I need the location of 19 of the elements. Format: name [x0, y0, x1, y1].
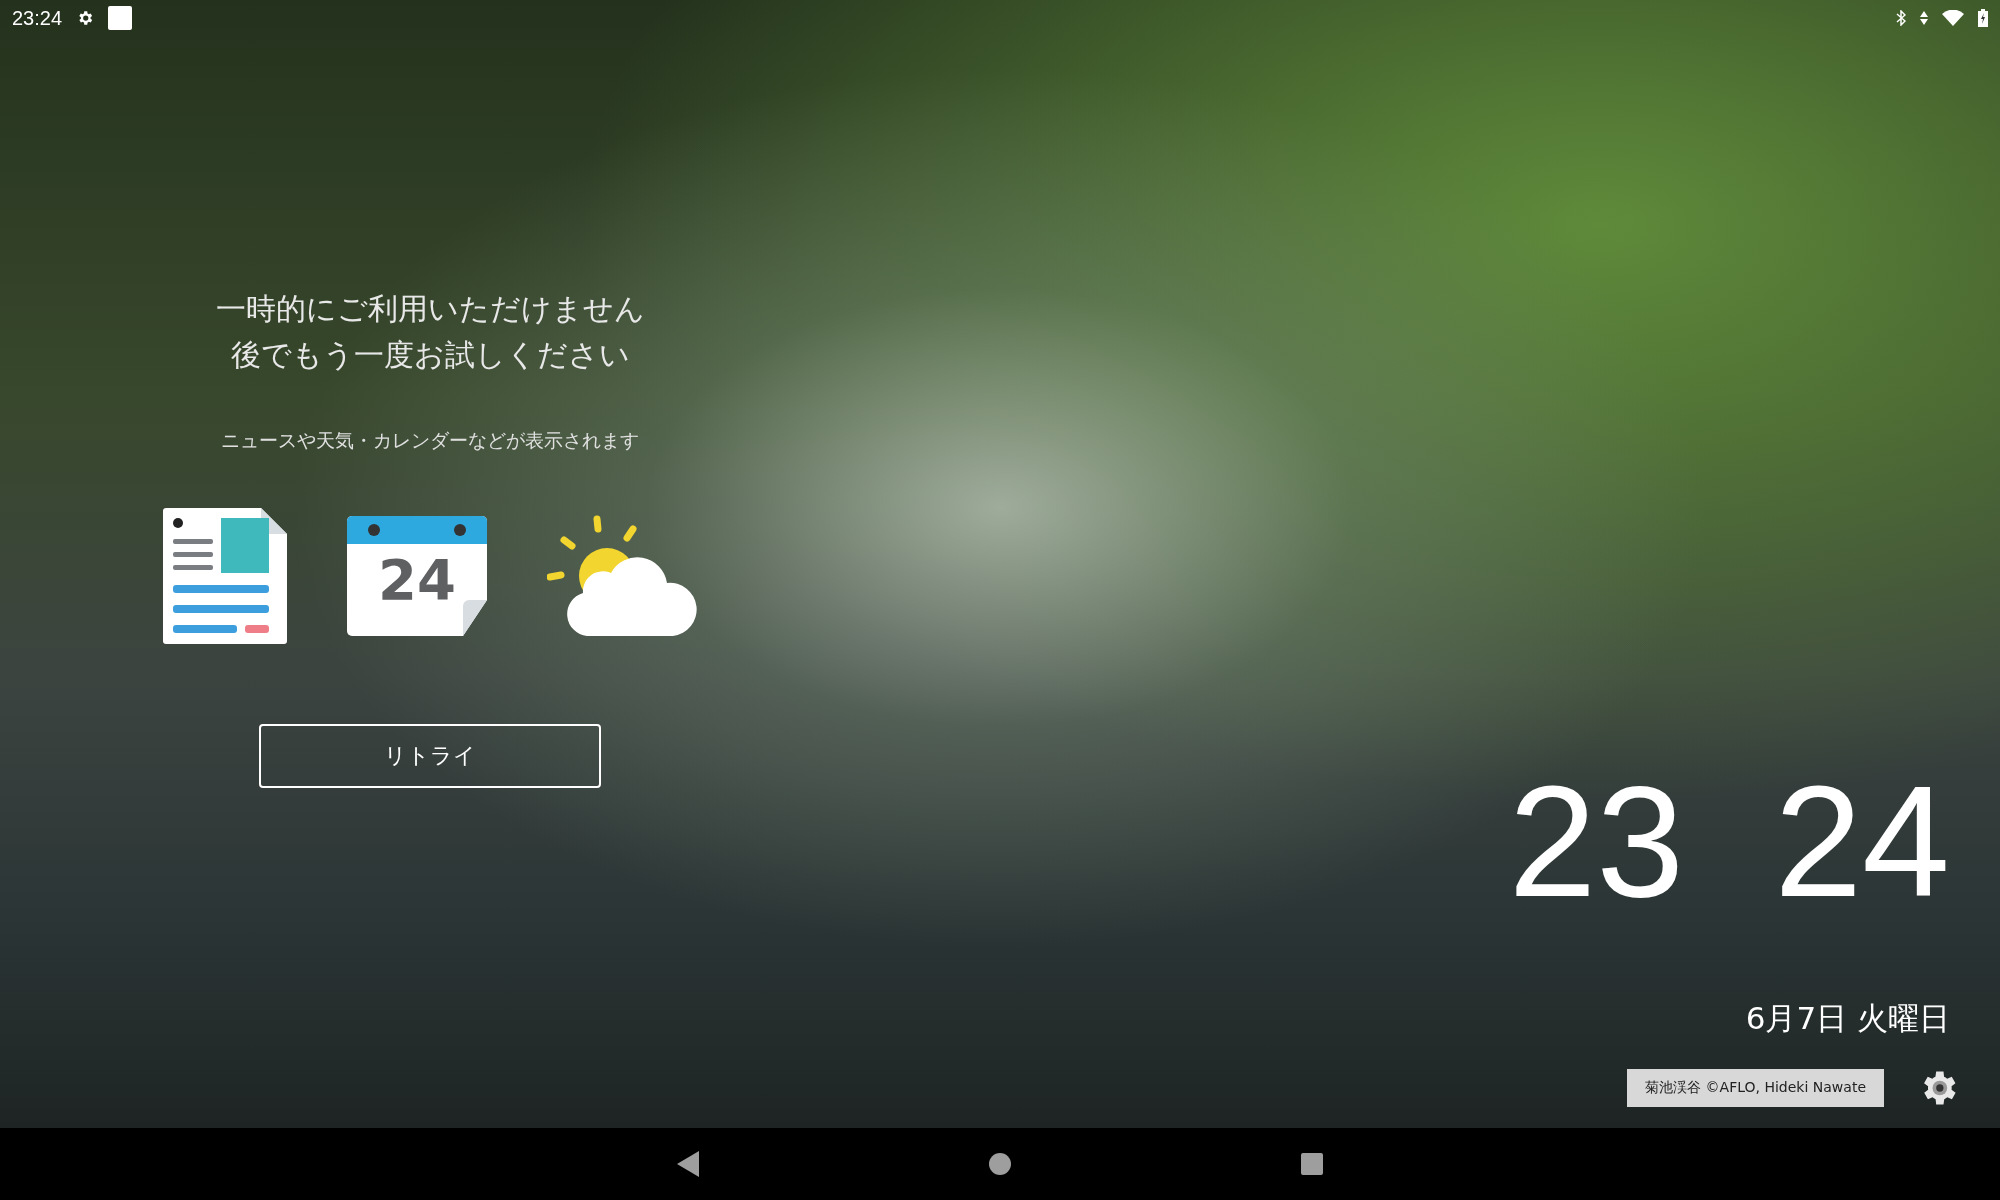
- home-icon[interactable]: [989, 1153, 1011, 1175]
- error-message: 後でもう一度お試しください: [230, 336, 630, 374]
- calendar-icon: 24: [347, 516, 487, 636]
- retry-button[interactable]: リトライ: [259, 724, 601, 788]
- date-text: 6月7日 火曜日: [1745, 999, 1950, 1038]
- photo-credit: 菊池渓谷 ©AFLO, Hideki Nawate: [1627, 1069, 1884, 1107]
- partly-cloudy-icon: [547, 514, 697, 638]
- back-icon[interactable]: [677, 1151, 699, 1177]
- clock-minutes: 24: [1774, 762, 1950, 920]
- battery-charging-icon: [1978, 9, 1988, 27]
- bluetooth-icon: [1896, 10, 1906, 26]
- clock-hours: 23: [1508, 762, 1685, 920]
- data-arrows-icon: [1920, 10, 1928, 26]
- notification-square-icon: [108, 6, 133, 30]
- status-time: 23:24: [12, 6, 63, 30]
- newspaper-icon: [163, 508, 287, 644]
- wifi-icon: [1942, 10, 1964, 26]
- description-text: ニュースや天気・カレンダーなどが表示されます: [221, 428, 639, 453]
- error-message: 一時的にご利用いただけません: [215, 290, 645, 328]
